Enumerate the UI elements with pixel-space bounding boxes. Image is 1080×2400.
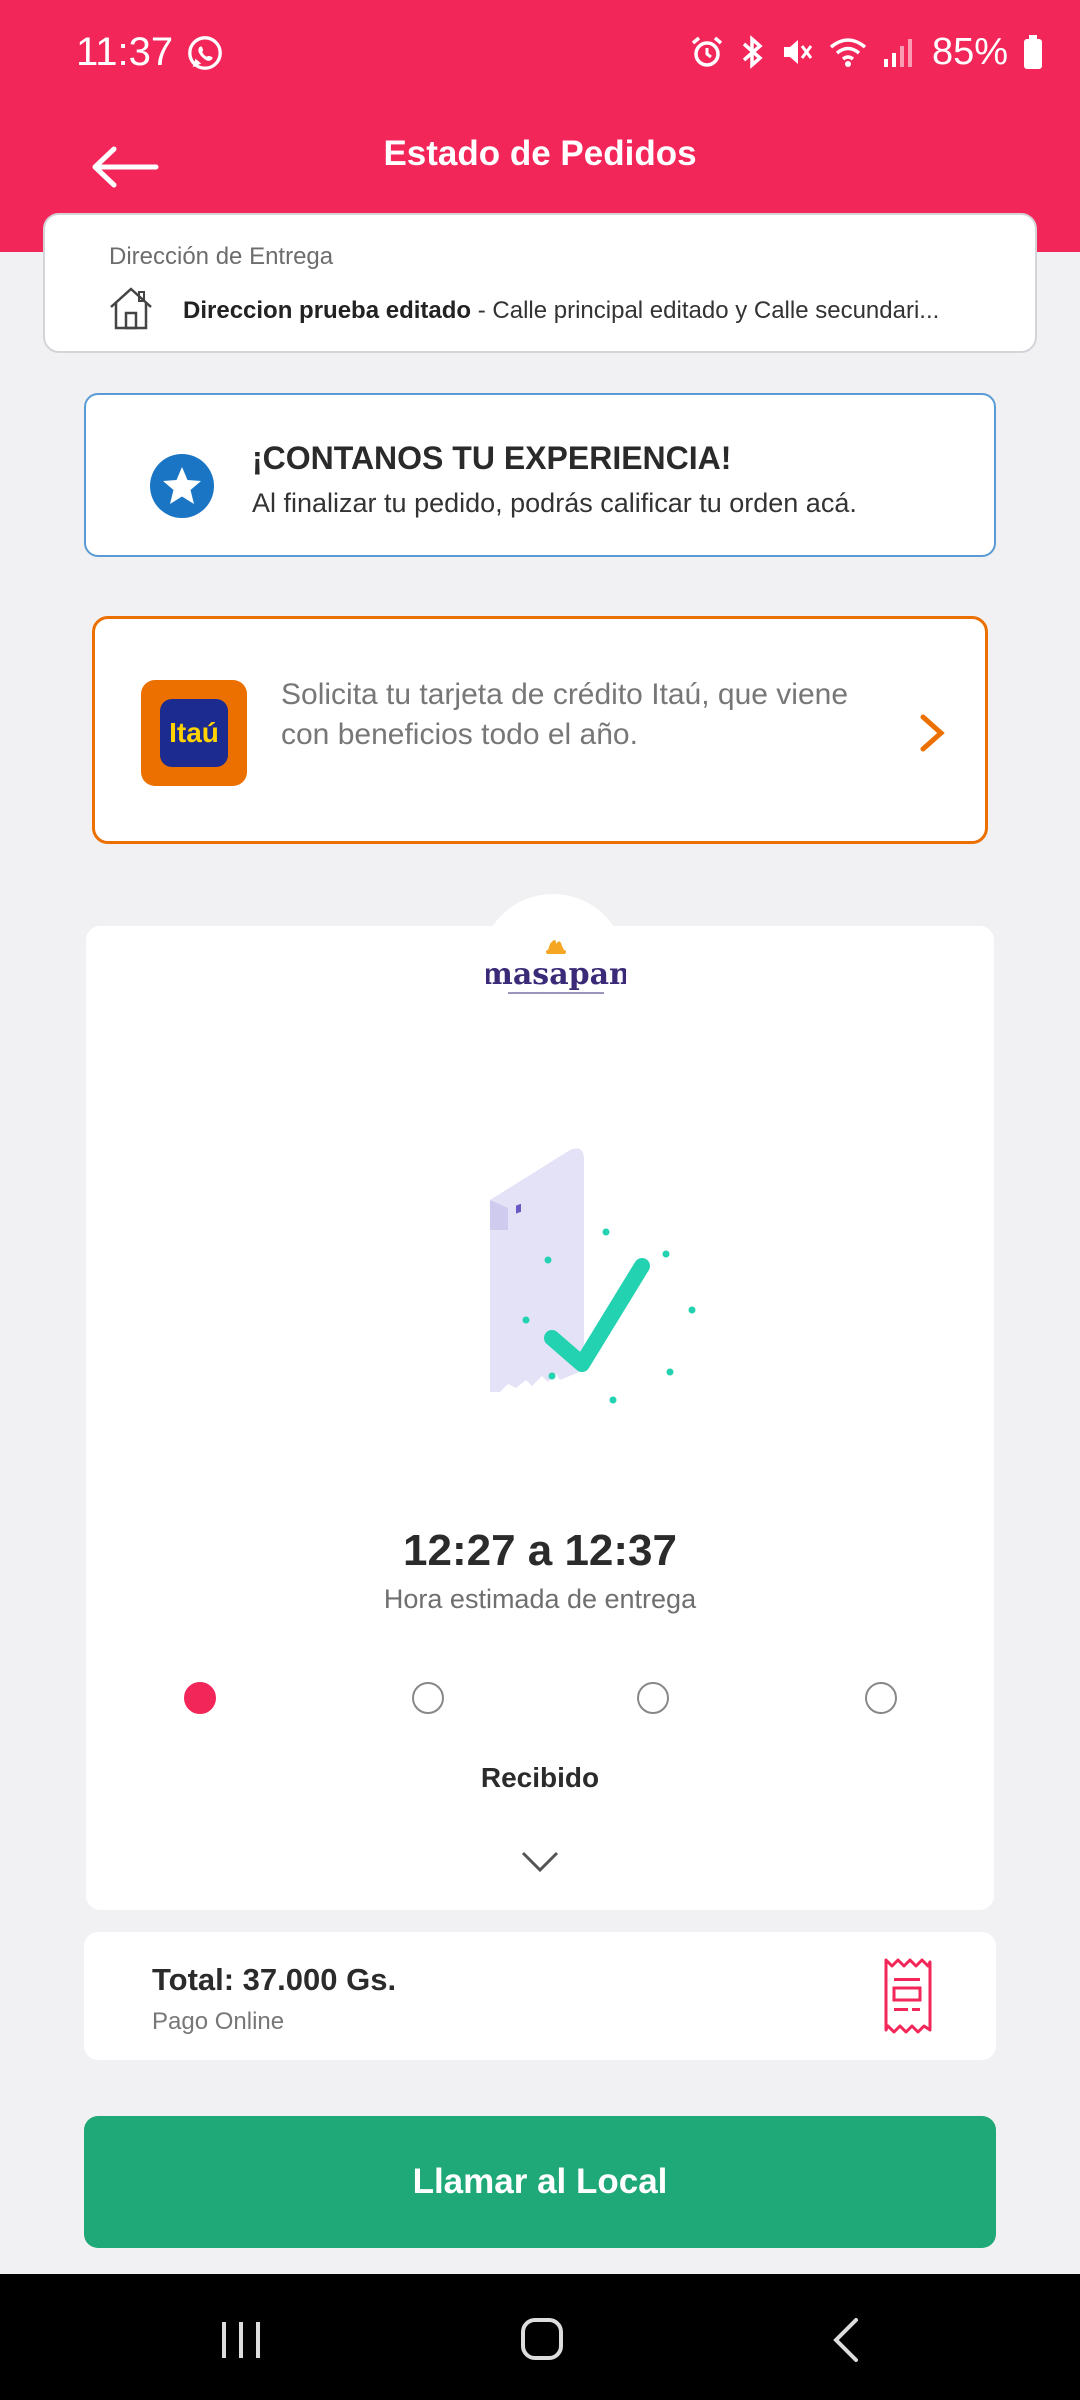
itau-logo-text: Itaú — [160, 699, 228, 767]
status-bar: 11:37 85% — [0, 0, 1080, 105]
page-title: Estado de Pedidos — [383, 134, 697, 173]
experience-title: ¡CONTANOS TU EXPERIENCIA! — [252, 440, 732, 476]
battery-icon — [1024, 35, 1042, 69]
house-icon — [110, 287, 152, 330]
rate-experience-card: ¡CONTANOS TU EXPERIENCIA! Al finalizar t… — [84, 393, 996, 557]
recent-apps-icon[interactable] — [218, 2318, 264, 2362]
masapan-logo: masapan — [486, 940, 626, 994]
call-store-button[interactable]: Llamar al Local — [84, 2116, 996, 2248]
system-back-icon[interactable] — [830, 2316, 862, 2364]
step-2-indicator — [412, 1682, 444, 1714]
mute-icon — [783, 40, 813, 64]
system-navigation-bar — [0, 2274, 1080, 2400]
battery-level: 85% — [931, 30, 1008, 73]
experience-text: Al finalizar tu pedido, podrás calificar… — [252, 488, 857, 518]
eta-time: 12:27 a 12:37 — [403, 1526, 677, 1575]
itau-promo-banner[interactable]: Itaú Solicita tu tarjeta de crédito Itaú… — [92, 616, 988, 844]
address-name: Direccion prueba editado — [183, 297, 472, 324]
step-3-indicator — [637, 1682, 669, 1714]
star-icon — [150, 454, 214, 518]
status-icons: 85% — [690, 28, 1044, 76]
home-icon[interactable] — [520, 2316, 564, 2362]
bluetooth-icon — [742, 35, 763, 69]
receipt-icon[interactable] — [882, 1956, 934, 2036]
order-total-card[interactable]: Total: 37.000 Gs. Pago Online — [84, 1932, 996, 2060]
status-time: 11:37 — [76, 30, 174, 74]
brand-name: masapan — [486, 957, 626, 992]
itau-logo: Itaú — [141, 680, 247, 786]
chevron-down-icon[interactable] — [520, 1850, 560, 1874]
signal-icon — [883, 39, 912, 67]
address-detail: - Calle principal editado y Calle secund… — [471, 297, 940, 324]
chevron-right-icon[interactable] — [917, 711, 947, 755]
alarm-icon — [691, 36, 723, 67]
address-label: Dirección de Entrega — [109, 243, 334, 270]
payment-method: Pago Online — [152, 2008, 285, 2035]
promo-text: Solicita tu tarjeta de crédito Itaú, que… — [281, 678, 849, 751]
step-4-indicator — [865, 1682, 897, 1714]
total-amount: Total: 37.000 Gs. — [152, 1962, 397, 1997]
delivery-address-card[interactable]: Dirección de Entrega Direccion prueba ed… — [43, 213, 1037, 353]
current-step-label: Recibido — [480, 1762, 600, 1793]
wifi-icon — [829, 38, 867, 67]
receipt-check-illustration — [490, 1148, 696, 1404]
eta-label: Hora estimada de entrega — [383, 1584, 697, 1614]
whatsapp-icon — [188, 36, 222, 70]
address-line: Direccion prueba editado - Calle princip… — [183, 297, 939, 325]
step-1-indicator — [184, 1682, 216, 1714]
